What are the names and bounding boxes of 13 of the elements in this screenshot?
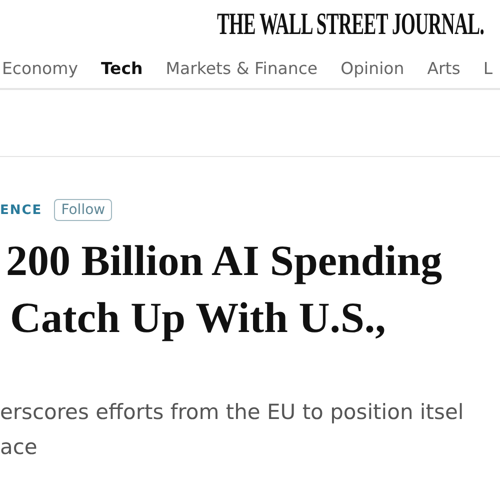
nav-link[interactable]: Tech bbox=[100, 58, 143, 78]
masthead-logo[interactable]: THE WALL STREET JOURNAL. bbox=[216, 6, 484, 42]
nav-link[interactable]: L bbox=[483, 58, 493, 78]
deck-line: erscores efforts from the EU to position itsel bbox=[0, 399, 465, 426]
headline-line: Catch Up With U.S., bbox=[10, 294, 387, 344]
topic-label[interactable]: ENCE bbox=[0, 202, 42, 218]
follow-button[interactable]: Follow bbox=[54, 199, 112, 221]
nav-link[interactable]: Markets & Finance bbox=[166, 58, 318, 78]
deck-line: ace bbox=[0, 434, 38, 461]
nav-link[interactable]: Arts bbox=[427, 58, 460, 78]
nav-link[interactable]: Opinion bbox=[340, 58, 404, 78]
headline-line: 200 Billion AI Spending bbox=[6, 237, 444, 287]
nav-link[interactable]: Economy bbox=[2, 58, 78, 78]
